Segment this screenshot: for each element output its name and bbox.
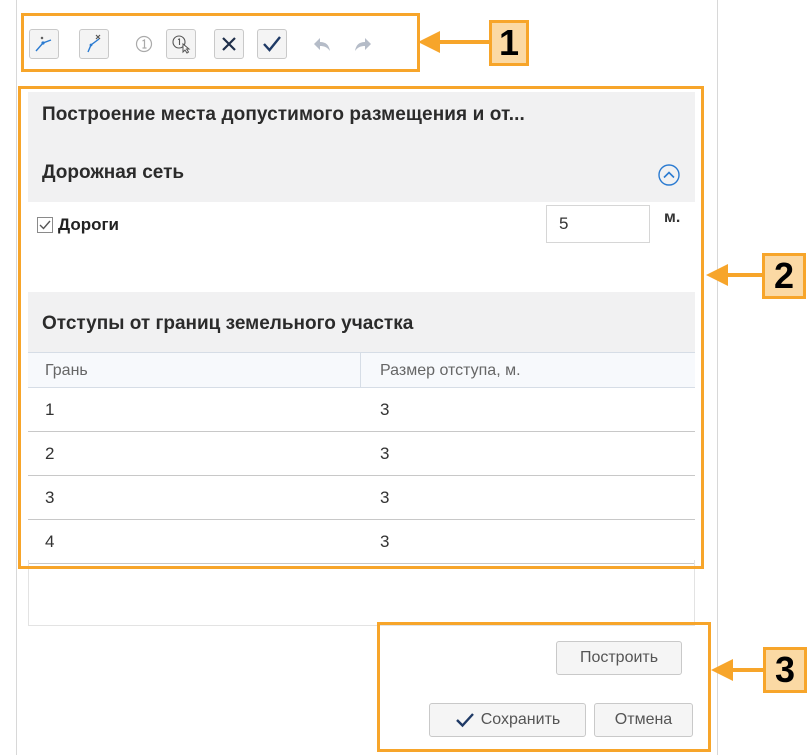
callout-arrow-1 — [418, 31, 440, 53]
callout-line-3 — [731, 668, 765, 672]
highlight-toolbar — [21, 13, 420, 72]
table-empty-area — [28, 560, 695, 626]
callout-arrow-2 — [706, 264, 728, 286]
callout-label-3: 3 — [763, 647, 807, 693]
callout-label-1: 1 — [489, 20, 529, 66]
highlight-buttons — [377, 622, 711, 752]
callout-line-1 — [438, 40, 490, 44]
callout-line-2 — [726, 273, 764, 277]
callout-arrow-3 — [711, 659, 733, 681]
callout-label-2: 2 — [762, 253, 806, 299]
highlight-dialog — [18, 86, 704, 569]
